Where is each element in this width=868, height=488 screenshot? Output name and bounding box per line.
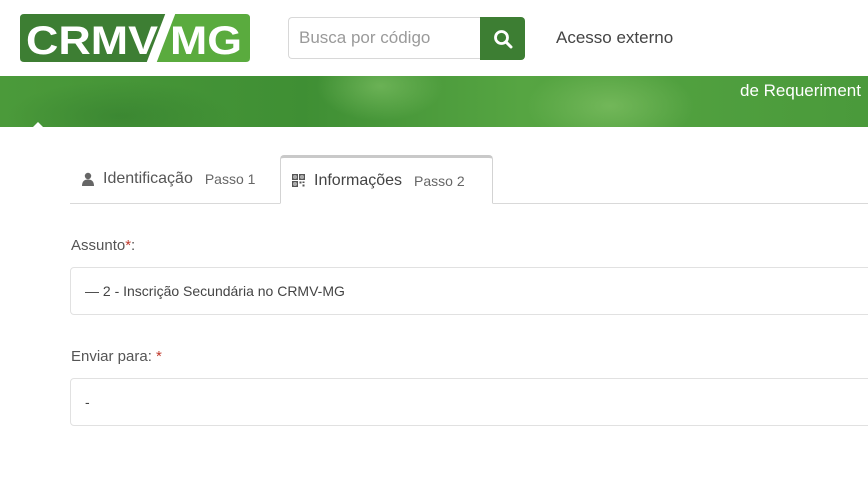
assunto-field[interactable]: — 2 - Inscrição Secundária no CRMV-MG <box>70 267 868 315</box>
enviar-para-value: - <box>85 394 90 410</box>
banner-title: de Requeriment <box>740 81 861 100</box>
svg-text:MG: MG <box>170 19 242 63</box>
required-mark: * <box>156 348 162 365</box>
tab-identificacao[interactable]: Identificação Passo 1 <box>70 155 280 203</box>
search-icon <box>493 29 512 48</box>
enviar-para-label: Enviar para: * <box>71 348 162 365</box>
search-button[interactable] <box>480 17 525 60</box>
search-input[interactable] <box>288 17 480 59</box>
external-access-link[interactable]: Acesso externo <box>556 28 673 48</box>
assunto-label-text: Assunto <box>71 237 126 254</box>
enviar-para-label-text: Enviar para: <box>71 348 152 365</box>
assunto-label-suffix: : <box>131 237 136 254</box>
assunto-label: Assunto*: <box>71 237 135 254</box>
step-tabs: Identificação Passo 1 Informações Passo … <box>70 155 868 204</box>
crmv-mg-logo[interactable]: CRMV MG <box>20 12 250 64</box>
enviar-para-field[interactable]: - <box>70 378 868 426</box>
qr-code-icon <box>292 174 305 187</box>
tab-identificacao-step: Passo 1 <box>204 171 256 187</box>
assunto-value: — 2 - Inscrição Secundária no CRMV-MG <box>85 283 345 299</box>
tab-identificacao-label: Identificação <box>103 170 193 187</box>
header: CRMV MG Acesso externo <box>0 0 868 76</box>
banner-notch <box>32 122 44 128</box>
page-banner: de Requeriment <box>0 76 868 127</box>
tab-informacoes-step: Passo 2 <box>414 172 465 189</box>
svg-text:CRMV: CRMV <box>26 19 158 63</box>
user-icon <box>82 172 94 186</box>
tab-informacoes-label: Informações <box>314 171 403 189</box>
search-form <box>288 17 525 61</box>
tab-informacoes[interactable]: Informações Passo 2 <box>280 155 493 204</box>
